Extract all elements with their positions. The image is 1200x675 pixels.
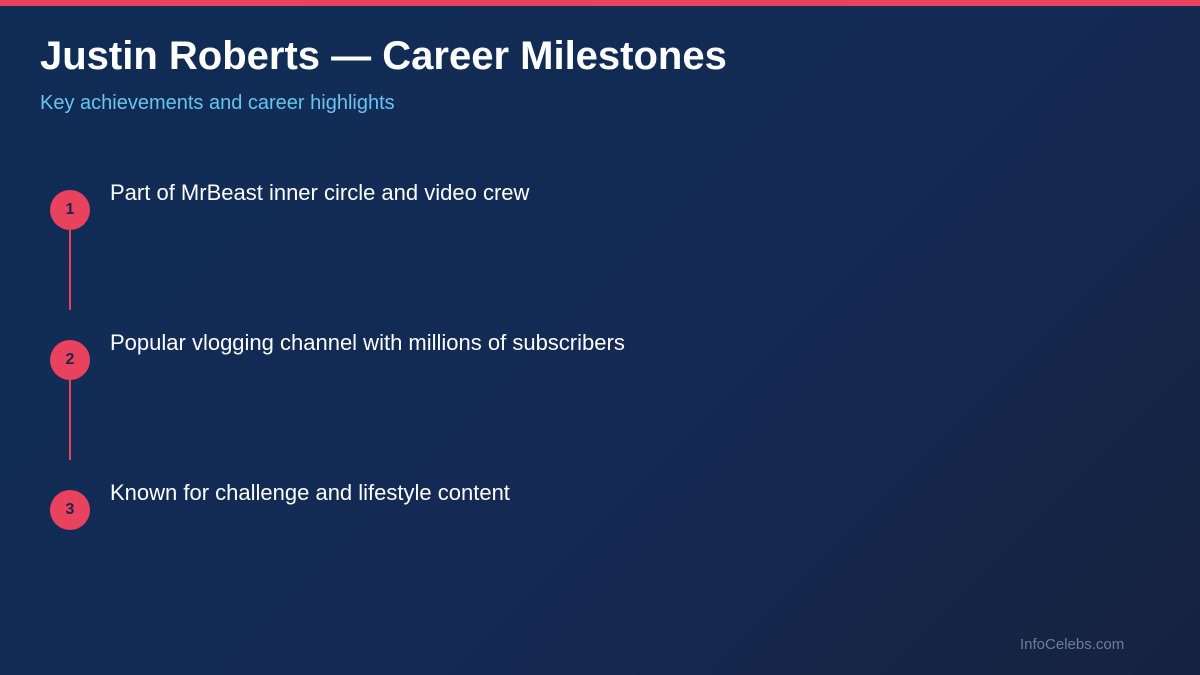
milestone-text: Popular vlogging channel with millions o… (110, 330, 625, 355)
top-accent-bar (0, 0, 1200, 6)
site-watermark: InfoCelebs.com (1020, 636, 1125, 653)
page-subtitle: Key achievements and career highlights (40, 92, 395, 114)
milestone-number-badge: 3 (50, 490, 90, 530)
page-title: Justin Roberts — Career Milestones (40, 34, 727, 78)
timeline-connector (69, 230, 71, 310)
milestone-text: Part of MrBeast inner circle and video c… (110, 180, 530, 205)
milestone-number-badge: 1 (50, 190, 90, 230)
timeline-connector (69, 380, 71, 460)
milestone-number-badge: 2 (50, 340, 90, 380)
milestone-text: Known for challenge and lifestyle conten… (110, 480, 510, 505)
